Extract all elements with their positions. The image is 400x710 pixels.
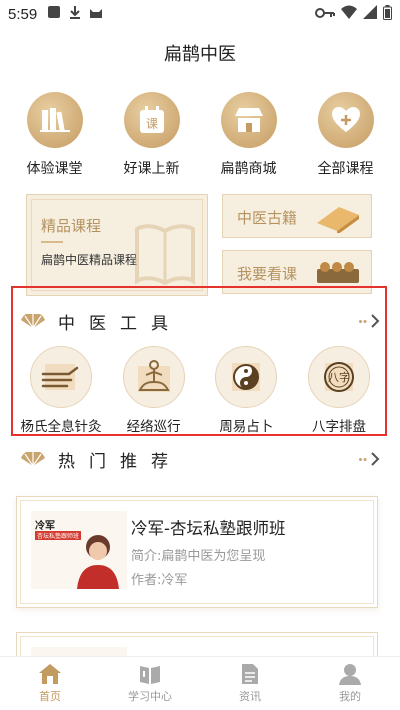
yin-yang-icon	[215, 346, 278, 408]
recommend-author: 作者:冷军	[131, 573, 188, 588]
recommend-thumbnail: 冷军 杏坛私塾跟师班	[31, 511, 127, 589]
recommend-card[interactable]: 冷军 杏坛私塾跟师班 冷军-杏坛私塾跟师班 简介:扁鹊中医为您呈现 作者:冷军	[16, 496, 378, 608]
recommend-title: 冷军-杏坛私塾跟师班	[131, 519, 286, 538]
battery-icon	[383, 4, 392, 24]
tool-divination[interactable]: 周易占卜	[201, 346, 291, 435]
quick-link-store[interactable]: 扁鹊商城	[204, 92, 294, 178]
scroll-icon	[317, 207, 359, 233]
download-icon	[69, 5, 81, 23]
hand-acupuncture-icon	[30, 346, 92, 408]
tool-bazi[interactable]: 八字 八字排盘	[294, 346, 384, 435]
chevron-right-icon	[371, 452, 380, 466]
home-icon	[39, 664, 61, 684]
hot-more-button[interactable]	[359, 452, 380, 466]
dots-icon	[359, 319, 367, 323]
tab-label: 首页	[39, 690, 61, 703]
signal-icon	[363, 5, 377, 23]
fan-icon	[21, 452, 45, 466]
quick-link-label: 全部课程	[317, 161, 374, 177]
cat-icon	[89, 5, 103, 23]
quick-link-label: 好课上新	[123, 161, 180, 177]
key-icon	[315, 5, 335, 23]
tool-label: 周易占卜	[219, 419, 274, 435]
watch-courses-card[interactable]: 我要看课	[222, 250, 372, 294]
tool-label: 经络巡行	[126, 419, 181, 435]
document-icon	[242, 664, 258, 684]
quick-link-new-courses[interactable]: 课 好课上新	[107, 92, 197, 178]
app-title: 扁鹊中医	[164, 44, 236, 65]
tools-more-button[interactable]	[359, 314, 380, 328]
tools-section-title: 中医工具	[58, 313, 182, 334]
svg-text:课: 课	[145, 117, 157, 131]
tool-acupuncture[interactable]: 杨氏全息针灸	[16, 346, 106, 435]
quick-link-trial-class[interactable]: 体验课堂	[10, 92, 100, 178]
calendar-course-icon: 课	[123, 92, 180, 148]
tool-label: 杨氏全息针灸	[20, 419, 102, 435]
featured-course-card[interactable]: 精品课程 扁鹊中医精品课程	[26, 194, 208, 296]
user-icon	[339, 664, 361, 685]
hot-section-title: 热门推荐	[58, 451, 182, 472]
featured-course-subtitle: 扁鹊中医精品课程	[41, 253, 138, 267]
abacus-icon	[317, 262, 359, 283]
fan-icon	[21, 314, 45, 328]
person-portrait-icon	[77, 535, 119, 589]
heart-plus-icon	[317, 92, 374, 148]
tab-profile[interactable]: 我的	[300, 657, 400, 710]
quick-link-label: 扁鹊商城	[220, 161, 277, 177]
classic-books-card[interactable]: 中医古籍	[222, 194, 372, 238]
tab-label: 学习中心	[128, 690, 172, 703]
tab-home[interactable]: 首页	[0, 657, 100, 710]
chevron-right-icon	[371, 314, 380, 328]
dots-icon	[359, 457, 367, 461]
classic-books-label: 中医古籍	[237, 209, 298, 227]
quick-link-label: 体验课堂	[26, 161, 83, 177]
bazi-plate-icon: 八字	[307, 346, 370, 408]
meridian-figure-icon	[122, 346, 185, 408]
tool-label: 八字排盘	[311, 419, 366, 435]
status-time: 5:59	[8, 5, 38, 23]
hot-section-header: 热门推荐	[20, 444, 380, 474]
bottom-tab-bar: 首页 学习中心 资讯 我的	[0, 656, 400, 710]
quick-link-all-courses[interactable]: 全部课程	[301, 92, 391, 178]
watch-courses-label: 我要看课	[237, 265, 298, 283]
featured-course-title: 精品课程	[41, 217, 102, 235]
store-icon	[220, 92, 277, 148]
thumbnail-name: 冷军	[35, 521, 55, 532]
recommend-description: 简介:扁鹊中医为您呈现	[131, 549, 266, 564]
tools-row: 杨氏全息针灸 经络巡行 周易占卜 八字 八字排盘	[16, 346, 384, 435]
svg-text:八字: 八字	[328, 370, 350, 384]
app-notification-icon	[47, 5, 61, 23]
tab-label: 资讯	[239, 690, 261, 703]
wifi-icon	[341, 5, 357, 23]
books-icon	[26, 92, 83, 148]
tab-label: 我的	[339, 690, 361, 703]
tools-section-header: 中医工具	[20, 306, 380, 336]
quick-links: 体验课堂 课 好课上新 扁鹊商城 全部课程	[0, 92, 400, 178]
open-book-icon	[135, 224, 195, 285]
status-bar: 5:59	[0, 0, 400, 28]
book-icon	[140, 666, 160, 684]
tool-meridian[interactable]: 经络巡行	[109, 346, 199, 435]
tab-study-center[interactable]: 学习中心	[100, 657, 200, 710]
tab-news[interactable]: 资讯	[200, 657, 300, 710]
